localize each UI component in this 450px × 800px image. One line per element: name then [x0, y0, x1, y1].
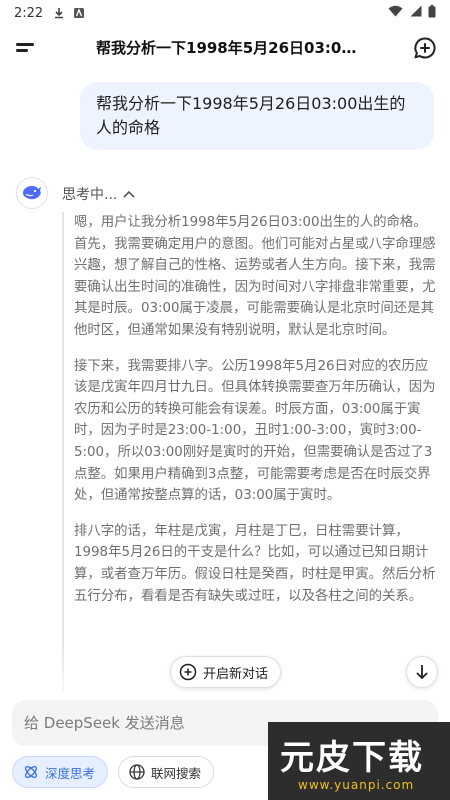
web-search-label: 联网搜索 [151, 765, 202, 781]
scroll-down-button[interactable] [406, 656, 438, 688]
battery-icon [428, 4, 436, 22]
deep-think-toggle[interactable]: 深度思考 [12, 756, 109, 788]
conversation-title: 帮我分析一下1998年5月26日03:00... [96, 39, 364, 57]
thinking-paragraph: 嗯，用户让我分析1998年5月26日03:00出生的人的命格。首先，我需要确定用… [74, 215, 436, 338]
new-conversation-button[interactable]: 开启新对话 [170, 656, 282, 688]
notification-app-icon [73, 7, 85, 19]
new-chat-button[interactable] [412, 35, 438, 61]
thinking-paragraph: 排八字的话，年柱是戊寅，月柱是丁巳，日柱需要计算，1998年5月26日的干支是什… [74, 523, 436, 604]
download-icon [53, 7, 65, 19]
atom-icon [24, 765, 38, 779]
chat-header: 帮我分析一下1998年5月26日03:00... [0, 26, 450, 68]
status-bar: 2:22 [0, 0, 450, 26]
web-search-toggle[interactable]: 联网搜索 [118, 756, 215, 788]
menu-icon-line [16, 49, 28, 52]
globe-icon [129, 764, 145, 780]
watermark-url: www.yuanpi.com [298, 778, 415, 792]
arrow-down-icon [416, 665, 428, 680]
assistant-avatar [16, 177, 48, 209]
wifi-icon [388, 5, 403, 21]
new-conversation-label: 开启新对话 [203, 666, 269, 682]
deep-think-label: 深度思考 [45, 765, 96, 781]
user-message-bubble: 帮我分析一下1998年5月26日03:00出生的人的命格 [80, 82, 434, 150]
signal-icon [409, 5, 422, 21]
watermark-logo: 元皮下载 www.yuanpi.com [268, 722, 450, 800]
menu-button[interactable] [14, 36, 38, 58]
thinking-content: 嗯，用户让我分析1998年5月26日03:00出生的人的命格。首先，我需要确定用… [62, 212, 438, 692]
new-chat-icon [414, 37, 436, 59]
menu-icon [16, 43, 34, 46]
new-chat-icon [179, 663, 197, 681]
chevron-up-icon [123, 190, 135, 198]
watermark-brand: 元皮下载 [280, 738, 424, 778]
thinking-label: 思考中... [62, 187, 118, 203]
thinking-toggle[interactable]: 思考中... [62, 184, 135, 204]
status-time: 2:22 [14, 5, 44, 21]
deepseek-whale-icon [23, 186, 41, 200]
thinking-paragraph: 接下来，我需要排八字。公历1998年5月26日对应的农历应该是戊寅年四月廿九日。… [74, 358, 436, 504]
